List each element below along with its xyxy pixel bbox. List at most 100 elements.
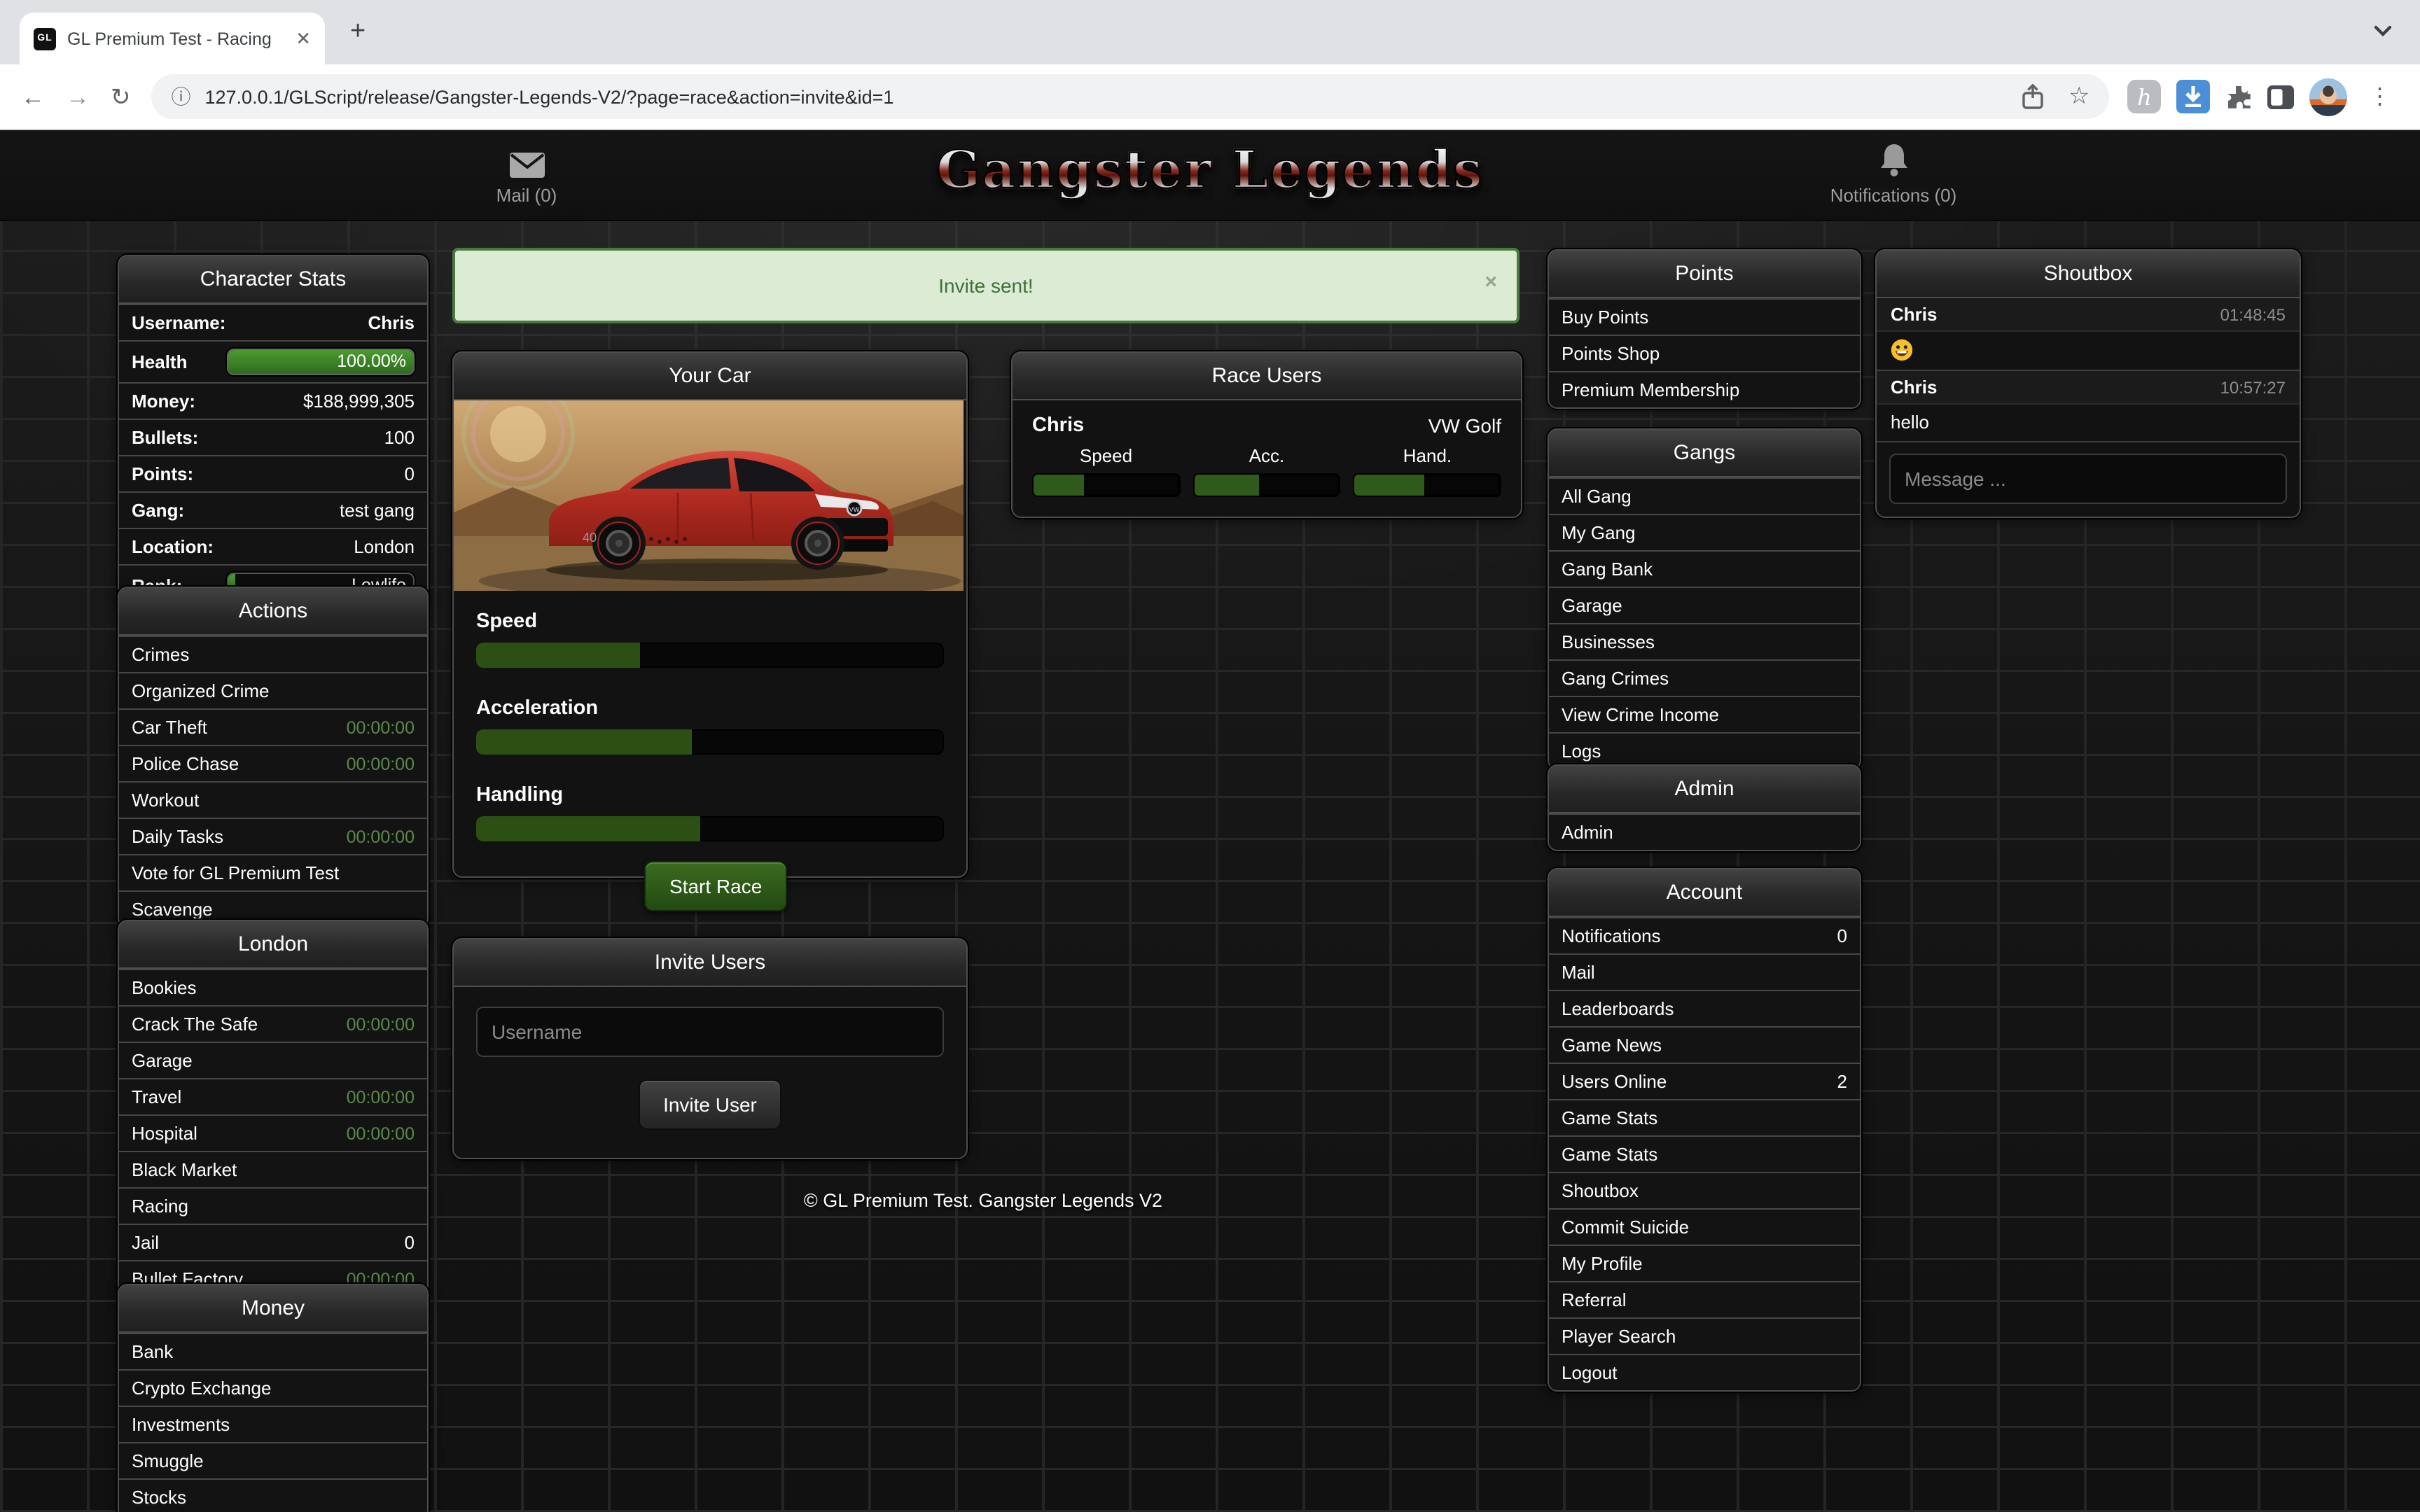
menu-item-referral[interactable]: Referral bbox=[1549, 1281, 1860, 1317]
race-hand-bar bbox=[1354, 473, 1501, 497]
stat-row: Money: $188,999,305 bbox=[119, 382, 427, 419]
smiley-emoji-icon bbox=[1891, 339, 1913, 361]
profile-avatar[interactable] bbox=[2310, 78, 2348, 115]
extensions-puzzle-icon[interactable] bbox=[2226, 83, 2253, 110]
menu-item-vote[interactable]: Vote for GL Premium Test bbox=[119, 854, 427, 890]
menu-item-racing[interactable]: Racing bbox=[119, 1187, 427, 1224]
menu-item-all-gang[interactable]: All Gang bbox=[1549, 477, 1860, 514]
shoutbox-message-input[interactable] bbox=[1889, 454, 2287, 504]
your-car-panel: Your Car bbox=[452, 351, 968, 878]
menu-item-gang-crimes[interactable]: Gang Crimes bbox=[1549, 659, 1860, 696]
menu-item-jail[interactable]: Jail0 bbox=[119, 1224, 427, 1260]
share-icon[interactable] bbox=[2022, 84, 2043, 109]
download-extension-icon[interactable] bbox=[2177, 80, 2211, 113]
menu-item-bank[interactable]: Bank bbox=[119, 1333, 427, 1369]
race-user-car: VW Golf bbox=[1428, 414, 1501, 437]
menu-item-daily-tasks[interactable]: Daily Tasks00:00:00 bbox=[119, 818, 427, 854]
menu-item-leaderboards[interactable]: Leaderboards bbox=[1549, 990, 1860, 1026]
menu-item-bookies[interactable]: Bookies bbox=[119, 969, 427, 1005]
browser-menu-icon[interactable]: ⋮ bbox=[2369, 83, 2391, 111]
menu-item-smuggle[interactable]: Smuggle bbox=[119, 1442, 427, 1478]
start-race-button[interactable]: Start Race bbox=[644, 861, 787, 911]
menu-item-gang-garage[interactable]: Garage bbox=[1549, 587, 1860, 623]
stat-row: Gang: test gang bbox=[119, 491, 427, 528]
shout-message-body: hello bbox=[1877, 403, 2300, 441]
menu-item-black-market[interactable]: Black Market bbox=[119, 1151, 427, 1187]
menu-item-commit-suicide[interactable]: Commit Suicide bbox=[1549, 1208, 1860, 1245]
panel-title: Gangs bbox=[1549, 430, 1860, 477]
menu-item-garage[interactable]: Garage bbox=[119, 1042, 427, 1078]
menu-item-buy-points[interactable]: Buy Points bbox=[1549, 298, 1860, 335]
menu-item-game-news[interactable]: Game News bbox=[1549, 1026, 1860, 1063]
menu-item-crimes[interactable]: Crimes bbox=[119, 636, 427, 672]
sidebar-icon[interactable] bbox=[2268, 85, 2295, 108]
menu-item-crack-the-safe[interactable]: Crack The Safe00:00:00 bbox=[119, 1005, 427, 1042]
menu-item-notifications[interactable]: Notifications0 bbox=[1549, 917, 1860, 953]
menu-item-view-crime-income[interactable]: View Crime Income bbox=[1549, 696, 1860, 732]
panel-title: Shoutbox bbox=[1877, 251, 2300, 298]
menu-item-investments[interactable]: Investments bbox=[119, 1406, 427, 1442]
tab-search-chevron-icon[interactable] bbox=[2374, 25, 2392, 38]
alert-banner: Invite sent! × bbox=[452, 248, 1520, 323]
tab-close-icon[interactable]: ✕ bbox=[295, 27, 311, 50]
address-pill[interactable]: ⓘ 127.0.0.1/GLScript/release/Gangster-Le… bbox=[152, 74, 2110, 119]
menu-item-player-search[interactable]: Player Search bbox=[1549, 1317, 1860, 1354]
alert-text: Invite sent! bbox=[938, 274, 1033, 297]
info-icon[interactable]: ⓘ bbox=[172, 83, 191, 111]
invite-user-button[interactable]: Invite User bbox=[638, 1079, 782, 1130]
menu-item-crypto-exchange[interactable]: Crypto Exchange bbox=[119, 1369, 427, 1406]
menu-item-car-theft[interactable]: Car Theft00:00:00 bbox=[119, 708, 427, 745]
menu-item-businesses[interactable]: Businesses bbox=[1549, 623, 1860, 659]
menu-item-logs[interactable]: Logs bbox=[1549, 732, 1860, 769]
menu-item-premium-membership[interactable]: Premium Membership bbox=[1549, 371, 1860, 407]
menu-item-users-online[interactable]: Users Online2 bbox=[1549, 1063, 1860, 1099]
menu-item-workout[interactable]: Workout bbox=[119, 781, 427, 818]
car-image: VW 40 bbox=[454, 400, 964, 591]
panel-title: Actions bbox=[119, 588, 427, 636]
menu-item-game-stats[interactable]: Game Stats bbox=[1549, 1099, 1860, 1135]
menu-item-game-stats-2[interactable]: Game Stats bbox=[1549, 1135, 1860, 1172]
race-stat-hand: Hand. bbox=[1354, 445, 1501, 497]
admin-panel: Admin Admin bbox=[1548, 764, 1861, 851]
shout-message-header: Chris 01:48:45 bbox=[1877, 298, 2300, 330]
tab-favicon: GL bbox=[34, 27, 56, 50]
panel-title: London bbox=[119, 921, 427, 969]
invite-username-input[interactable] bbox=[476, 1007, 944, 1057]
menu-item-admin[interactable]: Admin bbox=[1549, 813, 1860, 850]
notifications-bell-icon bbox=[1809, 140, 1977, 178]
menu-item-points-shop[interactable]: Points Shop bbox=[1549, 335, 1860, 371]
panel-title: Character Stats bbox=[119, 256, 427, 304]
menu-item-my-gang[interactable]: My Gang bbox=[1549, 514, 1860, 550]
panel-title: Race Users bbox=[1013, 353, 1521, 400]
menu-item-police-chase[interactable]: Police Chase00:00:00 bbox=[119, 745, 427, 781]
race-user-name: Chris bbox=[1032, 414, 1084, 437]
menu-item-mail[interactable]: Mail bbox=[1549, 953, 1860, 990]
url-text: 127.0.0.1/GLScript/release/Gangster-Lege… bbox=[205, 86, 2001, 107]
shout-message-body bbox=[1877, 330, 2300, 370]
health-bar: 100.00% bbox=[227, 349, 415, 375]
notifications-nav[interactable]: Notifications (0) bbox=[1809, 140, 1977, 206]
back-icon[interactable]: ← bbox=[21, 85, 45, 108]
alert-close-icon[interactable]: × bbox=[1484, 272, 1497, 293]
menu-item-logout[interactable]: Logout bbox=[1549, 1354, 1860, 1390]
car-stat-speed: Speed bbox=[476, 610, 944, 668]
svg-text:VW: VW bbox=[849, 506, 860, 513]
menu-item-organized-crime[interactable]: Organized Crime bbox=[119, 672, 427, 708]
browser-tab[interactable]: GL GL Premium Test - Racing ✕ bbox=[20, 13, 325, 64]
race-acc-bar bbox=[1192, 473, 1340, 497]
footer-copyright: © GL Premium Test. Gangster Legends V2 bbox=[452, 1190, 1514, 1211]
tab-title: GL Premium Test - Racing bbox=[67, 29, 284, 48]
menu-item-stocks[interactable]: Stocks bbox=[119, 1478, 427, 1512]
forward-icon[interactable]: → bbox=[66, 85, 90, 108]
account-panel: Account Notifications0 Mail Leaderboards… bbox=[1548, 868, 1861, 1392]
extension-h-icon[interactable]: h bbox=[2128, 80, 2162, 113]
menu-item-travel[interactable]: Travel00:00:00 bbox=[119, 1078, 427, 1114]
bookmark-star-icon[interactable]: ☆ bbox=[2068, 83, 2090, 111]
menu-item-my-profile[interactable]: My Profile bbox=[1549, 1245, 1860, 1281]
invite-users-panel: Invite Users Invite User bbox=[452, 938, 968, 1159]
menu-item-gang-bank[interactable]: Gang Bank bbox=[1549, 550, 1860, 587]
new-tab-icon[interactable]: + bbox=[350, 17, 366, 48]
menu-item-hospital[interactable]: Hospital00:00:00 bbox=[119, 1114, 427, 1151]
refresh-icon[interactable]: ↻ bbox=[111, 85, 131, 108]
menu-item-shoutbox[interactable]: Shoutbox bbox=[1549, 1172, 1860, 1208]
